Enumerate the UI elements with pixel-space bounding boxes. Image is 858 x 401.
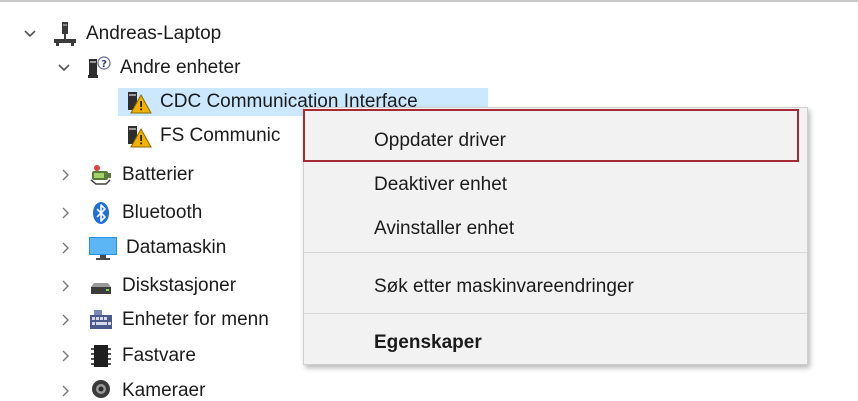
- tree-item-fs-communic[interactable]: FS Communic: [126, 121, 280, 151]
- unknown-device-icon: ?: [86, 55, 112, 81]
- svg-text:?: ?: [101, 59, 107, 70]
- tree-item-label: Andre enheter: [120, 57, 241, 78]
- firmware-icon: [88, 343, 114, 369]
- chevron-down-icon[interactable]: [56, 60, 72, 76]
- battery-icon: [88, 162, 114, 188]
- chevron-right-icon[interactable]: [58, 312, 74, 328]
- tree-item-computer[interactable]: Datamaskin: [58, 233, 226, 263]
- menu-item-label: Deaktiver enhet: [374, 174, 508, 195]
- computer-root-icon: [52, 21, 78, 47]
- tree-item-label: Bluetooth: [122, 202, 203, 223]
- tree-item-bluetooth[interactable]: Bluetooth: [58, 198, 202, 228]
- tree-item-label: Enheter for menn: [122, 309, 269, 330]
- chevron-down-icon[interactable]: [22, 26, 38, 42]
- tree-item-label: Diskstasjoner: [122, 275, 237, 296]
- chevron-right-icon[interactable]: [58, 240, 74, 256]
- menu-item-label: Søk etter maskinvareendringer: [374, 276, 634, 297]
- menu-item-label: Avinstaller enhet: [374, 218, 515, 239]
- hid-device-icon: [88, 307, 114, 333]
- tree-item-label: Fastvare: [122, 345, 196, 366]
- device-warning-icon: [126, 123, 152, 149]
- chevron-right-icon[interactable]: [58, 383, 74, 399]
- device-warning-icon: [126, 89, 152, 115]
- menu-separator: [304, 252, 807, 253]
- tree-item-other-devices[interactable]: ? Andre enheter: [56, 53, 240, 83]
- disk-drive-icon: [88, 273, 114, 299]
- tree-item-firmware[interactable]: Fastvare: [58, 341, 196, 371]
- tree-item-disk-drives[interactable]: Diskstasjoner: [58, 271, 236, 301]
- menu-item-uninstall-device[interactable]: Avinstaller enhet: [304, 207, 807, 251]
- camera-icon: [88, 378, 114, 401]
- tree-item-label: Batterier: [122, 164, 194, 185]
- chevron-right-icon[interactable]: [58, 278, 74, 294]
- menu-separator: [304, 313, 807, 314]
- tree-item-label: FS Communic: [160, 125, 281, 146]
- chevron-right-icon[interactable]: [58, 167, 74, 183]
- menu-item-properties[interactable]: Egenskaper: [304, 321, 807, 365]
- bluetooth-icon: [88, 200, 114, 226]
- menu-item-label: Egenskaper: [374, 332, 482, 353]
- tree-item-label: Kameraer: [122, 380, 206, 401]
- chevron-right-icon[interactable]: [58, 348, 74, 364]
- tree-item-batteries[interactable]: Batterier: [58, 160, 194, 190]
- tree-root-label: Andreas-Laptop: [86, 23, 222, 44]
- update-driver-highlight: [303, 109, 799, 162]
- tree-item-cameras[interactable]: Kameraer: [58, 376, 205, 401]
- monitor-icon: [88, 235, 118, 261]
- chevron-right-icon[interactable]: [58, 205, 74, 221]
- menu-item-disable-device[interactable]: Deaktiver enhet: [304, 163, 807, 207]
- tree-item-hid-devices[interactable]: Enheter for menn: [58, 305, 269, 335]
- menu-item-scan-hardware[interactable]: Søk etter maskinvareendringer: [304, 265, 807, 309]
- tree-item-label: Datamaskin: [126, 237, 227, 258]
- tree-root[interactable]: Andreas-Laptop: [22, 19, 221, 49]
